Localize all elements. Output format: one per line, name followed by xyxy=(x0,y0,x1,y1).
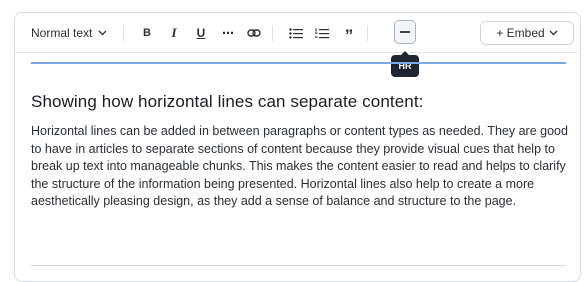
horizontal-rule-icon xyxy=(400,31,410,33)
link-icon xyxy=(247,29,261,37)
quote-button[interactable]: ” xyxy=(337,13,361,53)
text-style-dropdown[interactable]: Normal text xyxy=(31,13,107,53)
horizontal-rule-selected[interactable] xyxy=(31,62,566,64)
toolbar-divider xyxy=(367,26,368,41)
toolbar-divider xyxy=(123,26,124,41)
link-button[interactable] xyxy=(244,13,264,53)
embed-button[interactable]: + Embed xyxy=(480,21,574,45)
content-heading: Showing how horizontal lines can separat… xyxy=(31,92,424,111)
embed-label: + Embed xyxy=(496,26,545,40)
more-options-button[interactable]: ⋯ xyxy=(218,13,238,53)
rich-text-editor: Normal text B I U ⋯ ” + Embed HR Showing… xyxy=(14,12,581,282)
bullet-list-icon xyxy=(289,27,303,39)
text-style-label: Normal text xyxy=(31,26,93,40)
underline-button[interactable]: U xyxy=(191,13,211,53)
chevron-down-icon xyxy=(549,30,558,36)
editor-toolbar: Normal text B I U ⋯ ” + Embed xyxy=(15,13,580,53)
toolbar-divider xyxy=(272,26,273,41)
horizontal-rule[interactable] xyxy=(31,265,566,266)
numbered-list-button[interactable] xyxy=(312,13,332,53)
content-paragraph: Horizontal lines can be added in between… xyxy=(31,124,568,208)
chevron-down-icon xyxy=(98,30,107,36)
horizontal-rule-button[interactable] xyxy=(394,20,416,44)
hr-tooltip: HR xyxy=(391,51,419,77)
numbered-list-icon xyxy=(315,28,329,38)
bullet-list-button[interactable] xyxy=(286,13,306,53)
italic-button[interactable]: I xyxy=(164,13,184,53)
bold-button[interactable]: B xyxy=(137,13,157,53)
